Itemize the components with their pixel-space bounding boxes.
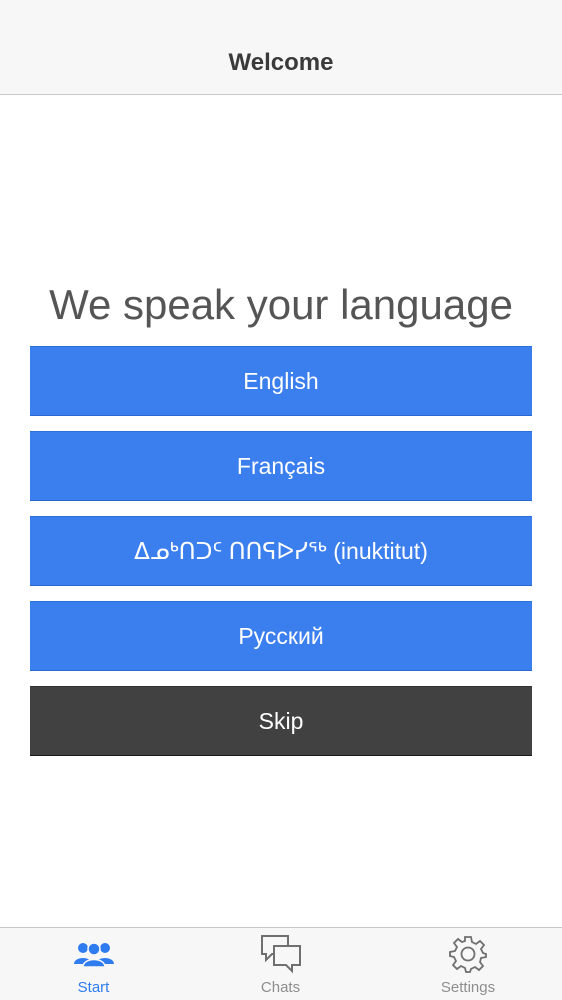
navigation-bar: Welcome [0, 0, 562, 95]
tab-bar: Start Chats Settings [0, 927, 562, 1000]
skip-button[interactable]: Skip [30, 686, 532, 756]
language-button-french[interactable]: Français [30, 431, 532, 501]
language-list: English Français ᐃᓄᒃᑎᑐᑦ ᑎᑎᕋᐅᓯᖅ (inuktitu… [30, 346, 532, 771]
tab-chats[interactable]: Chats [187, 928, 374, 1000]
tab-label-chats: Chats [260, 979, 301, 996]
people-icon [0, 934, 187, 974]
language-button-inuktitut[interactable]: ᐃᓄᒃᑎᑐᑦ ᑎᑎᕋᐅᓯᖅ (inuktitut) [30, 516, 532, 586]
welcome-screen: Welcome We speak your language English F… [0, 0, 562, 1000]
headline: We speak your language [49, 281, 513, 328]
tab-label-start: Start [77, 979, 110, 996]
tab-start[interactable]: Start [0, 928, 187, 1000]
page-title: Welcome [228, 49, 334, 76]
chat-bubbles-icon [187, 934, 374, 974]
tab-settings[interactable]: Settings [374, 928, 562, 1000]
language-button-english[interactable]: English [30, 346, 532, 416]
language-button-russian[interactable]: Русский [30, 601, 532, 671]
gear-icon [374, 934, 562, 974]
tab-label-settings: Settings [440, 979, 496, 996]
